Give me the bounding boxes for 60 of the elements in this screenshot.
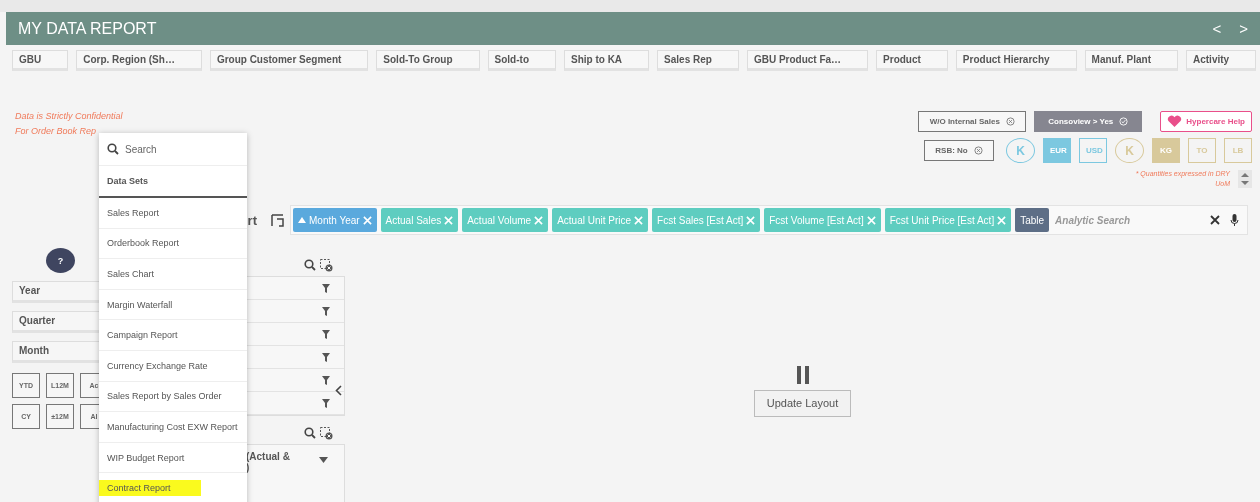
- filter-field[interactable]: Group Customer Segment: [209, 50, 369, 71]
- search-icon[interactable]: [304, 427, 316, 439]
- field-chip[interactable]: Table: [1015, 208, 1050, 232]
- toggle-button[interactable]: W/O Internal Sales: [918, 111, 1027, 132]
- page-title: MY DATA REPORT: [18, 19, 157, 38]
- search-icon[interactable]: [304, 259, 316, 271]
- confidential-notice: For Order Book Rep: [15, 126, 98, 136]
- check-circle-icon: [1119, 117, 1129, 126]
- filter-field[interactable]: Product Hierarchy: [955, 50, 1077, 71]
- toggle-button[interactable]: Consoview > Yes: [1034, 111, 1143, 132]
- filter-field[interactable]: GBU Product Fa…: [746, 50, 869, 71]
- remove-circle-icon: [1005, 117, 1015, 126]
- filter-field[interactable]: Corp. Region (Sh…: [76, 50, 202, 71]
- remove-circle-icon: [973, 146, 983, 155]
- filter-field[interactable]: Ship to KA: [564, 50, 650, 71]
- filter-field[interactable]: Activity: [1186, 50, 1257, 71]
- filter-icon[interactable]: [322, 283, 330, 293]
- filter-field[interactable]: Manuf. Plant: [1084, 50, 1178, 71]
- menu-item[interactable]: Sales Report: [99, 198, 247, 229]
- menu-item[interactable]: Margin Waterfall: [99, 289, 247, 321]
- scroll-arrows-icon[interactable]: [1238, 169, 1252, 188]
- menu-item[interactable]: Sales Report by Sales Order: [99, 381, 247, 413]
- update-layout-button[interactable]: Update Layout: [753, 389, 852, 417]
- help-button[interactable]: Hypercare Help: [1160, 111, 1252, 132]
- search-icon[interactable]: [107, 143, 119, 155]
- sheet-title: rt: [247, 212, 257, 228]
- filter-icon[interactable]: [322, 398, 330, 408]
- pause-icon: [795, 365, 810, 384]
- filter-icon[interactable]: [322, 352, 330, 362]
- filter-field[interactable]: Sold-To Group: [376, 50, 480, 71]
- filter-icon[interactable]: [322, 375, 330, 385]
- clear-selection-icon[interactable]: [320, 258, 333, 272]
- filter-field[interactable]: Sales Rep: [657, 50, 739, 71]
- clear-selection-icon[interactable]: [320, 426, 333, 440]
- previous-button[interactable]: <: [1212, 20, 1222, 37]
- filter-field[interactable]: Product: [876, 50, 948, 71]
- help-badge[interactable]: ?: [46, 248, 75, 273]
- menu-item[interactable]: WIP Budget Report: [99, 442, 247, 474]
- menu-section-title: Data Sets: [99, 166, 247, 198]
- chevron-left-icon: [335, 385, 342, 396]
- microphone-icon[interactable]: [1230, 213, 1239, 227]
- filter-icon[interactable]: [322, 306, 330, 316]
- measure-label: (Actual &: [246, 451, 290, 462]
- menu-item[interactable]: Orderbook Report: [99, 228, 247, 260]
- toggle-button[interactable]: RSB: No: [924, 140, 994, 161]
- menu-item[interactable]: Manufacturing Cost EXW Report: [99, 412, 247, 443]
- next-button[interactable]: >: [1239, 20, 1248, 37]
- menu-item[interactable]: Currency Exchange Rate: [99, 350, 247, 382]
- menu-item[interactable]: Sales Chart: [99, 259, 247, 290]
- confidential-notice: Data is Strictly Confidential: [15, 111, 123, 121]
- filter-field[interactable]: Sold-to: [487, 50, 556, 71]
- close-icon[interactable]: [1210, 215, 1220, 225]
- heart-icon: [1167, 115, 1183, 128]
- layout-icon[interactable]: [271, 213, 284, 227]
- filter-field[interactable]: GBU: [12, 50, 69, 71]
- filter-icon[interactable]: [322, 329, 330, 339]
- menu-item[interactable]: Campaign Report: [99, 320, 247, 351]
- analytic-search-field[interactable]: Analytic Search: [1053, 213, 1206, 227]
- menu-item[interactable]: Contract Report: [99, 473, 247, 502]
- caret-icon[interactable]: [319, 457, 328, 463]
